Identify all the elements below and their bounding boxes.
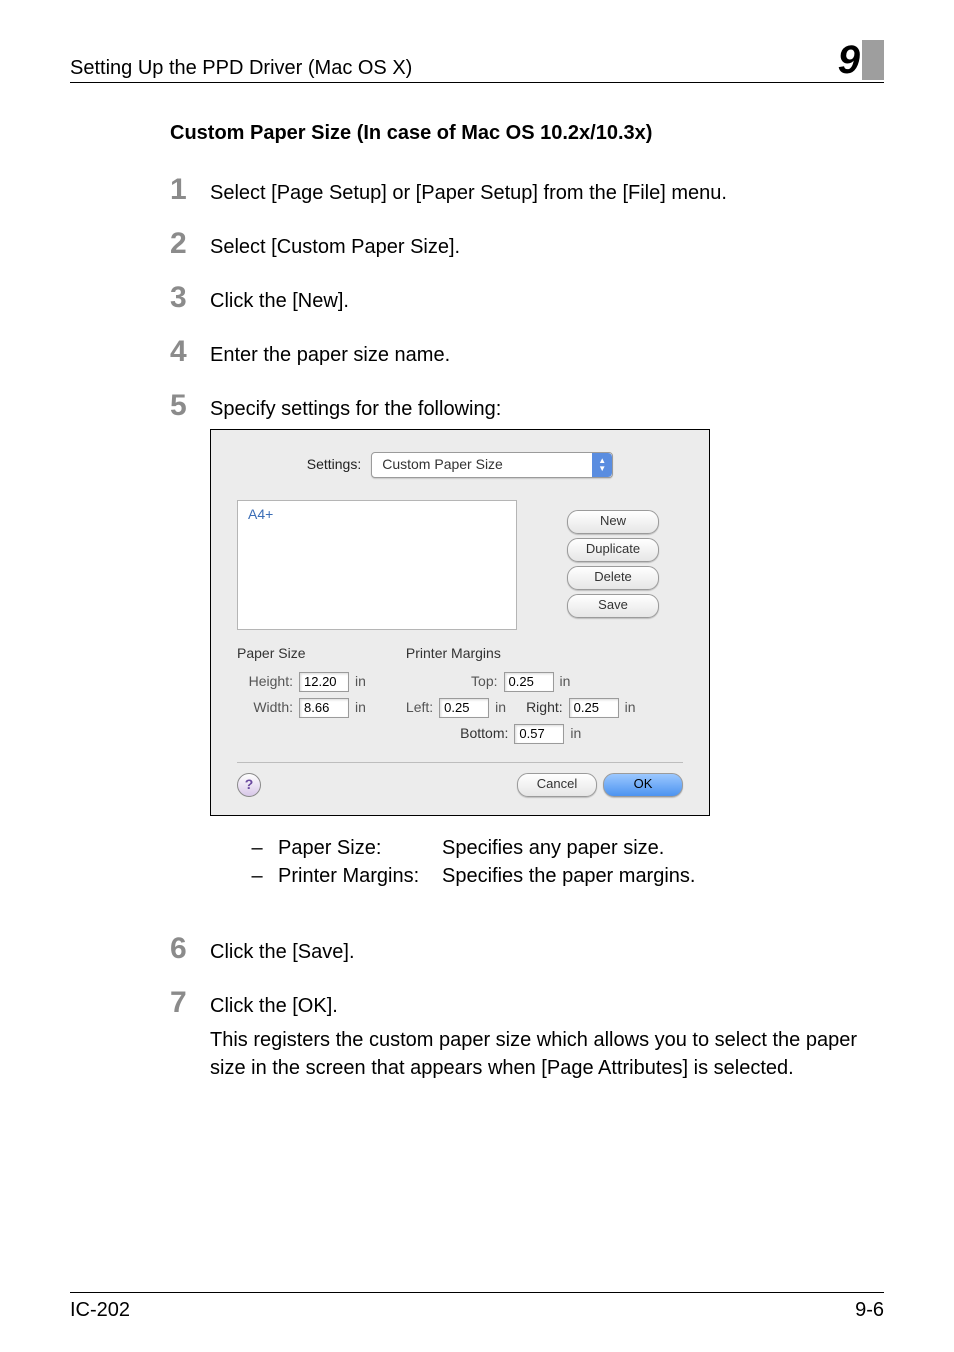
custom-paper-size-dialog: Settings: Custom Paper Size ▲▼ A4+ New D… [210, 429, 710, 816]
name-list[interactable]: A4+ [237, 500, 517, 630]
footer-right: 9-6 [855, 1299, 884, 1322]
bottom-label: Bottom: [460, 724, 508, 744]
top-input[interactable] [504, 672, 554, 692]
step-3: Click the [New]. [170, 283, 884, 315]
step-2: Select [Custom Paper Size]. [170, 229, 884, 261]
height-unit: in [355, 672, 366, 692]
help-icon[interactable]: ? [237, 773, 261, 797]
duplicate-button[interactable]: Duplicate [567, 538, 659, 562]
paper-size-column: Paper Size Height: in Width: in [237, 644, 366, 750]
settings-row: Settings: Custom Paper Size ▲▼ [237, 452, 683, 478]
dash-icon: – [250, 834, 264, 862]
dialog-divider [237, 762, 683, 763]
footer-left: IC-202 [70, 1299, 130, 1322]
desc-margin-text: Specifies the paper margins. [442, 862, 695, 890]
page-header: Setting Up the PPD Driver (Mac OS X) 9 [70, 40, 884, 83]
header-running-title: Setting Up the PPD Driver (Mac OS X) [70, 57, 412, 80]
settings-popup[interactable]: Custom Paper Size ▲▼ [371, 452, 613, 478]
height-input[interactable] [299, 672, 349, 692]
cancel-button[interactable]: Cancel [517, 773, 597, 797]
margins-title: Printer Margins [406, 644, 636, 664]
bottom-unit: in [570, 724, 581, 744]
step-5: Specify settings for the following: Sett… [170, 391, 884, 912]
settings-popup-value: Custom Paper Size [382, 455, 503, 475]
description-list: – Paper Size: Specifies any paper size. … [250, 834, 884, 890]
page-content: Custom Paper Size (In case of Mac OS 10.… [70, 83, 884, 1104]
left-label: Left: [406, 698, 433, 718]
paper-size-title: Paper Size [237, 644, 366, 664]
width-label: Width: [237, 698, 293, 718]
chevron-updown-icon: ▲▼ [592, 453, 612, 477]
desc-paper-text: Specifies any paper size. [442, 834, 664, 862]
chapter-marker: 9 [838, 40, 884, 80]
name-list-item[interactable]: A4+ [248, 506, 273, 522]
right-unit: in [625, 698, 636, 718]
step-7: Click the [OK]. This registers the custo… [170, 988, 884, 1082]
new-button[interactable]: New [567, 510, 659, 534]
width-input[interactable] [299, 698, 349, 718]
step-7-text: Click the [OK]. [210, 992, 884, 1020]
save-button[interactable]: Save [567, 594, 659, 618]
delete-button[interactable]: Delete [567, 566, 659, 590]
ok-button[interactable]: OK [603, 773, 683, 797]
chapter-stripe-icon [862, 40, 884, 80]
left-input[interactable] [439, 698, 489, 718]
right-input[interactable] [569, 698, 619, 718]
step-6: Click the [Save]. [170, 934, 884, 966]
desc-margin-term: Printer Margins: [278, 862, 428, 890]
top-label: Top: [471, 672, 497, 692]
right-label: Right: [526, 698, 563, 718]
section-heading: Custom Paper Size (In case of Mac OS 10.… [170, 119, 884, 147]
step-5-text: Specify settings for the following: [210, 395, 884, 423]
desc-paper-term: Paper Size: [278, 834, 428, 862]
left-unit: in [495, 698, 506, 718]
height-label: Height: [237, 672, 293, 692]
printer-margins-column: Printer Margins Top: in Left: in [406, 644, 636, 750]
dash-icon: – [250, 862, 264, 890]
side-buttons: New Duplicate Delete Save [567, 510, 659, 630]
step-4: Enter the paper size name. [170, 337, 884, 369]
width-unit: in [355, 698, 366, 718]
top-unit: in [560, 672, 571, 692]
step-7-note: This registers the custom paper size whi… [210, 1026, 884, 1082]
settings-label: Settings: [307, 455, 361, 475]
chapter-number: 9 [838, 40, 860, 80]
bottom-input[interactable] [514, 724, 564, 744]
step-list: Select [Page Setup] or [Paper Setup] fro… [170, 175, 884, 1082]
step-1: Select [Page Setup] or [Paper Setup] fro… [170, 175, 884, 207]
page-footer: IC-202 9-6 [70, 1292, 884, 1352]
